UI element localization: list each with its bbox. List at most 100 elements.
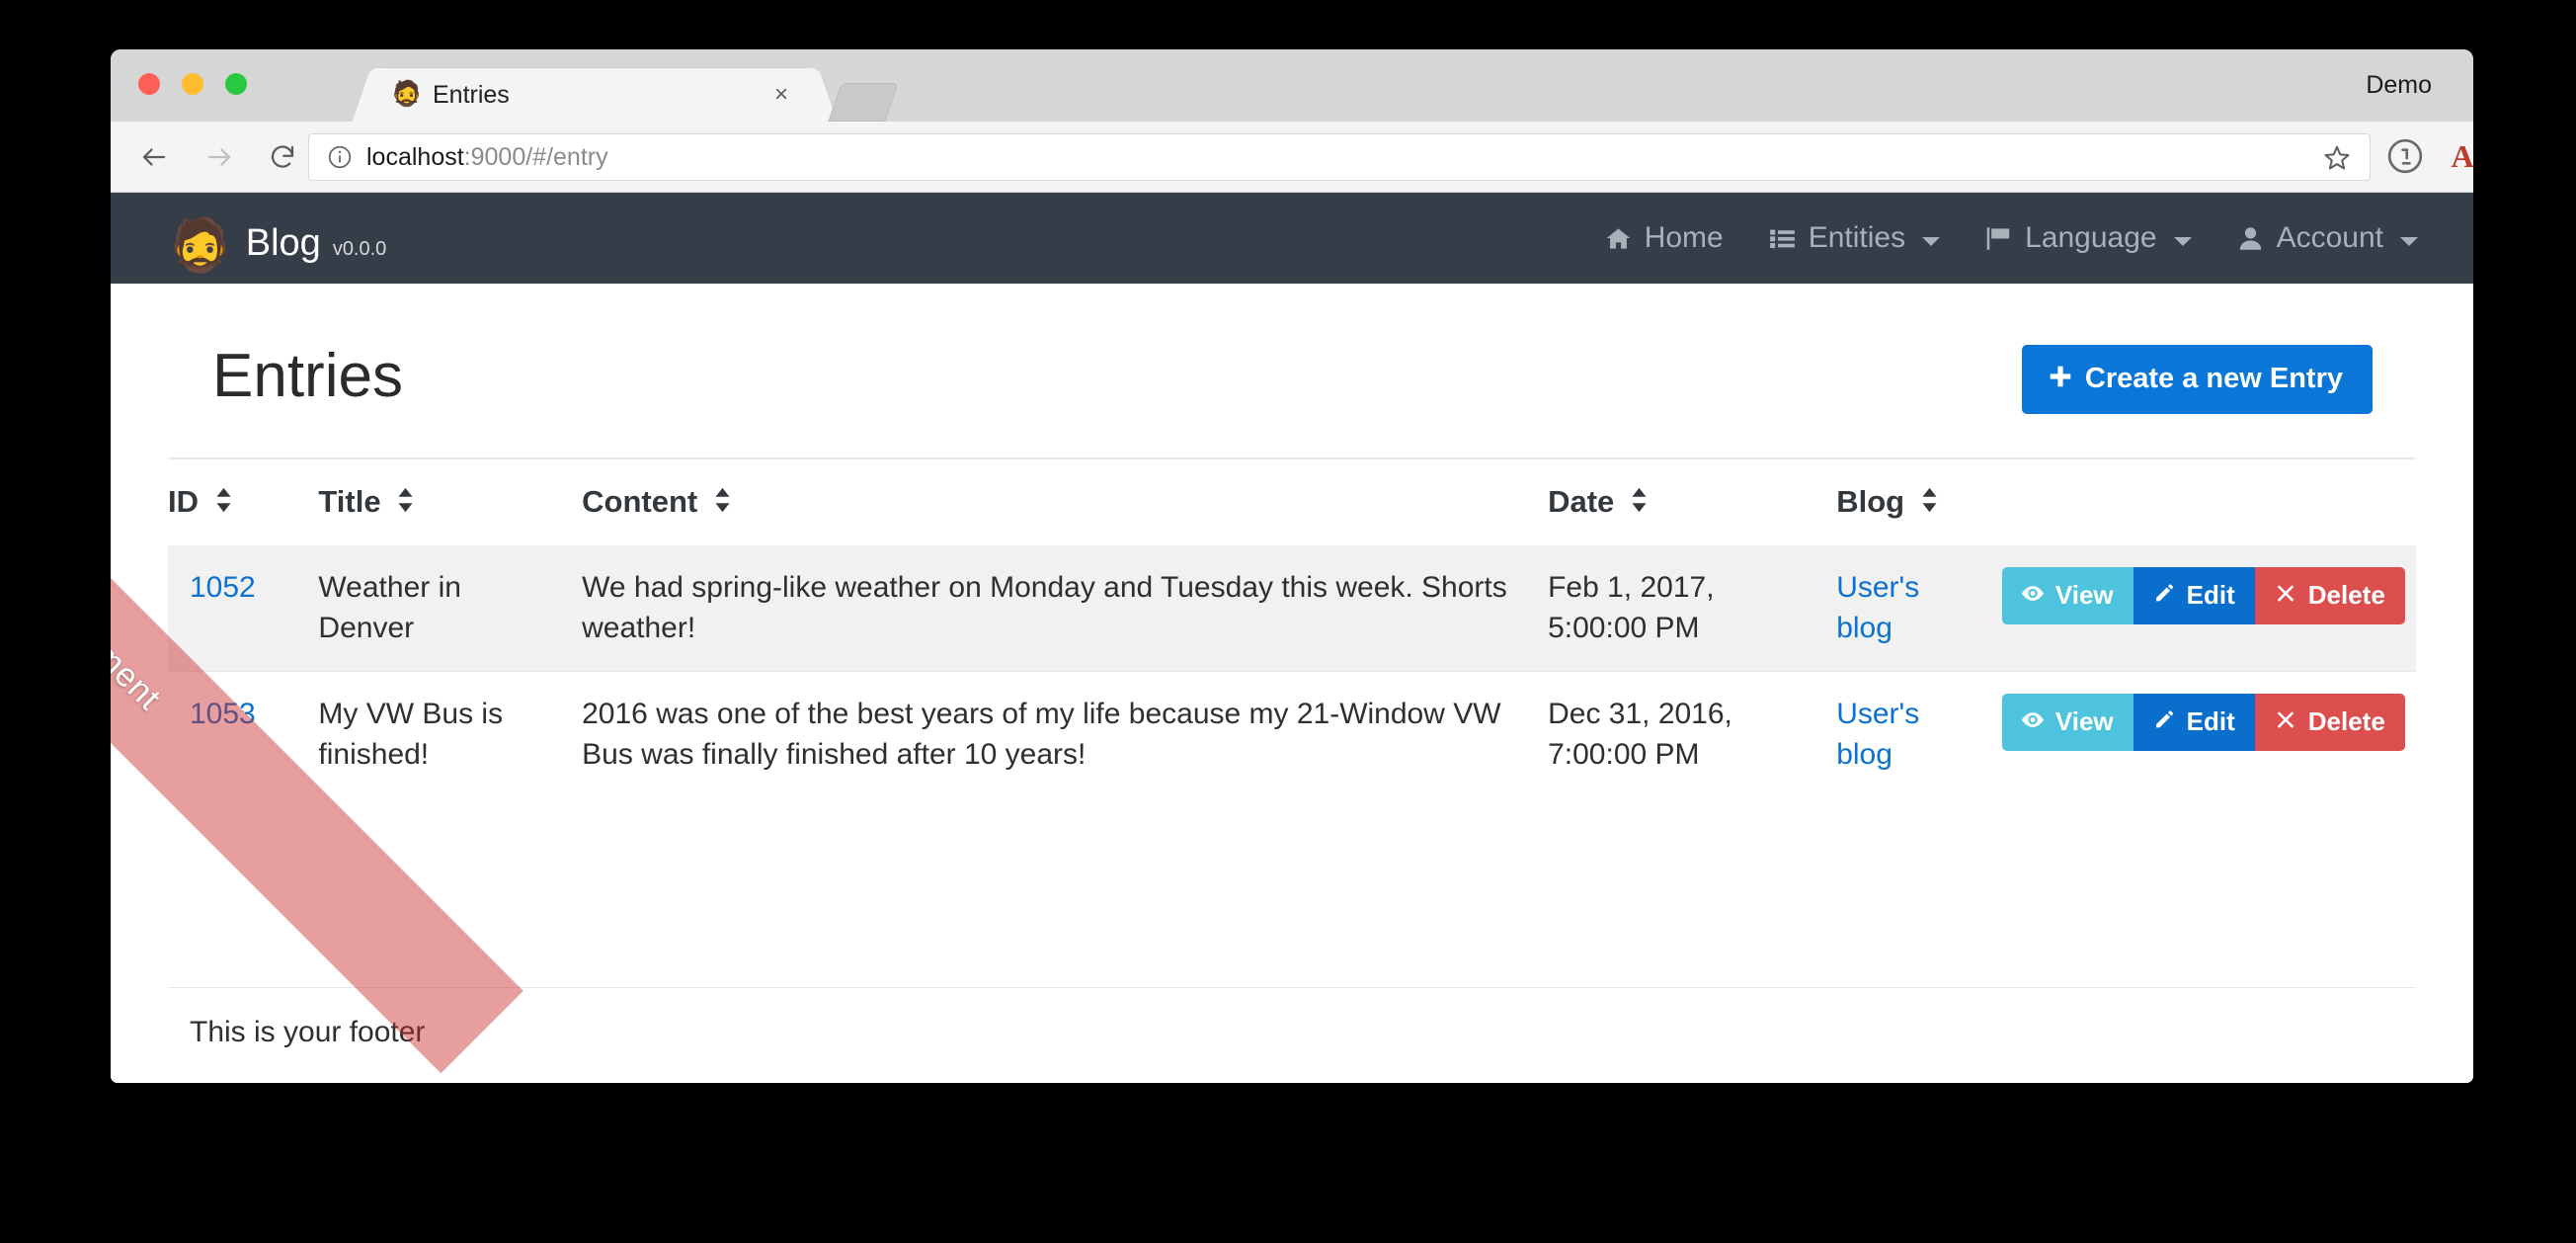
cell-blog: User's blog (1836, 545, 2002, 672)
sort-icon[interactable] (1631, 485, 1648, 521)
close-window-button[interactable] (138, 73, 160, 95)
sort-icon[interactable] (397, 485, 414, 521)
star-icon[interactable] (2322, 143, 2352, 173)
blog-link[interactable]: User's blog (1836, 698, 1919, 771)
footer-text: This is your footer (168, 987, 2416, 1049)
chevron-down-icon (2400, 236, 2418, 246)
column-header-title-label: Title (318, 484, 381, 519)
column-header-content[interactable]: Content (582, 457, 1549, 545)
cell-actions: View Edit Delete (2001, 545, 2416, 672)
column-header-id-label: ID (168, 484, 199, 519)
column-header-date-label: Date (1548, 484, 1615, 519)
brand-link[interactable]: 🧔 Blog v0.0.0 (168, 212, 387, 272)
web-page-viewport: Development 🧔 Blog v0.0.0 Home Entities … (111, 193, 2473, 1083)
view-button-label: View (2054, 705, 2114, 736)
site-navbar: 🧔 Blog v0.0.0 Home Entities Language Acc… (111, 193, 2473, 284)
entry-id-link[interactable]: 1052 (190, 571, 256, 604)
sort-icon[interactable] (714, 485, 731, 521)
times-icon (2273, 580, 2298, 611)
browser-profile-label[interactable]: Demo (2366, 71, 2432, 100)
delete-button[interactable]: Delete (2254, 567, 2405, 624)
1password-icon[interactable] (2386, 137, 2424, 175)
tab-title: Entries (433, 81, 510, 109)
sort-icon[interactable] (1921, 485, 1938, 521)
edit-button[interactable]: Edit (2133, 693, 2255, 751)
times-icon (2273, 706, 2298, 737)
nav-item-entities[interactable]: Entities (1769, 221, 1941, 255)
view-button[interactable]: View (2001, 693, 2133, 751)
brand-name: Blog (245, 221, 321, 264)
view-button[interactable]: View (2001, 567, 2133, 624)
nav-item-language-label: Language (2025, 221, 2157, 254)
column-header-title[interactable]: Title (318, 457, 583, 545)
eye-icon (2020, 580, 2046, 611)
create-new-entry-label: Create a new Entry (2084, 363, 2343, 394)
cell-id: 1052 (168, 545, 319, 672)
tab-favicon-icon: 🧔 (391, 80, 423, 108)
delete-button-label: Delete (2307, 580, 2385, 610)
flag-icon (1985, 225, 2012, 252)
row-action-buttons: View Edit Delete (2001, 567, 2405, 624)
nav-item-language[interactable]: Language (1985, 221, 2192, 255)
table-header: ID Title Content Date Blog (168, 457, 2416, 545)
list-icon (1769, 225, 1796, 252)
browser-tab-entries[interactable]: 🧔 Entries × (375, 68, 814, 122)
pencil-icon (2151, 706, 2177, 737)
user-icon (2237, 225, 2264, 252)
brand-version: v0.0.0 (332, 237, 387, 260)
column-header-blog-label: Blog (1836, 484, 1905, 519)
cell-content: 2016 was one of the best years of my lif… (582, 670, 1549, 797)
tab-strip: 🧔 Entries × Demo (111, 49, 2473, 122)
brand-logo-icon: 🧔 (168, 216, 232, 275)
column-header-blog[interactable]: Blog (1836, 457, 2002, 545)
font-size-extension-icon[interactable]: A (2444, 137, 2473, 175)
close-tab-icon[interactable]: × (768, 81, 794, 108)
info-circle-icon[interactable] (327, 144, 353, 170)
reload-icon[interactable] (261, 135, 304, 179)
forward-arrow-icon (198, 135, 241, 179)
plus-icon (2048, 364, 2073, 394)
cell-actions: View Edit Delete (2001, 670, 2416, 797)
cell-blog: User's blog (1836, 670, 2002, 797)
nav-item-home[interactable]: Home (1605, 221, 1724, 255)
page-title: Entries (212, 342, 403, 410)
navbar-menu: Home Entities Language Account (1605, 221, 2418, 255)
address-bar[interactable]: localhost:9000/#/entry (308, 133, 2371, 181)
page-footer: This is your footer (111, 963, 2473, 1083)
page-header: Entries Create a new Entry (168, 284, 2416, 457)
url-path: :9000/#/entry (463, 142, 608, 171)
entry-id-link[interactable]: 1053 (190, 698, 256, 730)
column-header-date[interactable]: Date (1548, 457, 1837, 545)
column-header-content-label: Content (582, 484, 698, 519)
eye-icon (2020, 706, 2046, 737)
chevron-down-icon (2173, 236, 2192, 246)
view-button-label: View (2054, 580, 2114, 610)
back-arrow-icon[interactable] (132, 135, 176, 179)
cell-date: Feb 1, 2017, 5:00:00 PM (1548, 545, 1837, 672)
cell-id: 1053 (168, 670, 319, 797)
row-action-buttons: View Edit Delete (2001, 693, 2405, 751)
column-header-actions (2001, 457, 2416, 545)
cell-content: We had spring-like weather on Monday and… (582, 545, 1549, 672)
create-new-entry-button[interactable]: Create a new Entry (2021, 345, 2373, 414)
delete-button[interactable]: Delete (2254, 693, 2405, 751)
maximize-window-button[interactable] (225, 73, 247, 95)
nav-item-account-label: Account (2276, 221, 2383, 254)
table-header-row: ID Title Content Date Blog (168, 457, 2416, 545)
minimize-window-button[interactable] (182, 73, 203, 95)
edit-button[interactable]: Edit (2133, 567, 2255, 624)
home-icon (1605, 225, 1632, 252)
column-header-id[interactable]: ID (168, 457, 319, 545)
cell-title: Weather in Denver (318, 545, 583, 672)
nav-item-home-label: Home (1644, 221, 1724, 254)
blog-link[interactable]: User's blog (1836, 571, 1919, 644)
new-tab-button[interactable] (828, 83, 899, 122)
table-row: 1053 My VW Bus is finished! 2016 was one… (168, 670, 2416, 797)
nav-item-entities-label: Entities (1808, 221, 1906, 254)
pencil-icon (2151, 580, 2177, 611)
nav-item-account[interactable]: Account (2237, 221, 2418, 255)
cell-date: Dec 31, 2016, 7:00:00 PM (1548, 670, 1837, 797)
table-row: 1052 Weather in Denver We had spring-lik… (168, 545, 2416, 672)
sort-icon[interactable] (215, 485, 232, 521)
cell-title: My VW Bus is finished! (318, 670, 583, 797)
